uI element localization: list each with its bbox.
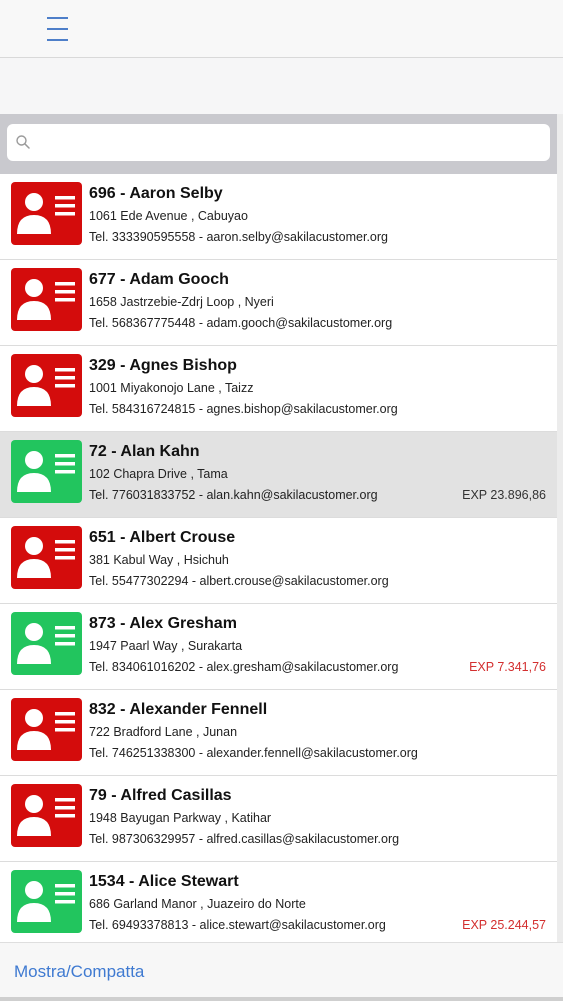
customer-name: 677 - Adam Gooch: [89, 271, 229, 288]
customer-contact: Tel. 333390595558 - aaron.selby@sakilacu…: [89, 230, 388, 244]
customer-row[interactable]: 677 - Adam Gooch 1658 Jastrzebie-Zdrj Loo…: [0, 260, 557, 346]
contact-card-icon: [11, 870, 82, 933]
customer-contact: Tel. 987306329957 - alfred.casillas@saki…: [89, 832, 400, 846]
exposure-amount: EXP 25.244,57: [462, 918, 546, 932]
customer-row[interactable]: 79 - Alfred Casillas 1948 Bayugan Parkway…: [0, 776, 557, 862]
customer-row[interactable]: 696 - Aaron Selby 1061 Ede Avenue , Cabuy…: [0, 174, 557, 260]
customer-address: 686 Garland Manor , Juazeiro do Norte: [89, 897, 306, 911]
contact-card-icon: [11, 612, 82, 675]
customer-name: 1534 - Alice Stewart: [89, 873, 239, 890]
customer-contact: Tel. 834061016202 - alex.gresham@sakilac…: [89, 660, 399, 674]
customer-row[interactable]: 329 - Agnes Bishop 1001 Miyakonojo Lane ,…: [0, 346, 557, 432]
customer-address: 1947 Paarl Way , Surakarta: [89, 639, 243, 653]
customer-contact: Tel. 584316724815 - agnes.bishop@sakilac…: [89, 402, 398, 416]
customer-address: 381 Kabul Way , Hsichuh: [89, 553, 229, 567]
footer-bar: Mostra/Compatta: [0, 942, 563, 1001]
contact-card-icon: [11, 440, 82, 503]
customer-name: 873 - Alex Gresham: [89, 615, 237, 632]
customer-row[interactable]: 72 - Alan Kahn 102 Chapra Drive , Tama Tel…: [0, 432, 557, 518]
customer-list: 696 - Aaron Selby 1061 Ede Avenue , Cabuy…: [0, 174, 557, 942]
exposure-amount: EXP 23.896,86: [462, 488, 546, 502]
customer-row[interactable]: 1534 - Alice Stewart 686 Garland Manor , …: [0, 862, 557, 942]
customer-contact: Tel. 55477302294 - albert.crouse@sakilac…: [89, 574, 389, 588]
search-icon: [16, 135, 30, 149]
show-compact-toggle-button[interactable]: Mostra/Compatta: [14, 962, 144, 982]
customer-name: 696 - Aaron Selby: [89, 185, 223, 202]
customer-address: 1001 Miyakonojo Lane , Taizz: [89, 381, 254, 395]
search-input-box[interactable]: [7, 124, 550, 163]
customer-address: 102 Chapra Drive , Tama: [89, 467, 228, 481]
footer-divider: [0, 997, 563, 1001]
customer-contact: Tel. 69493378813 - alice.stewart@sakilac…: [89, 918, 386, 932]
customer-contact: Tel. 746251338300 - alexander.fennell@sa…: [89, 746, 418, 760]
customer-address: 722 Bradford Lane , Junan: [89, 725, 238, 739]
customer-contact: Tel. 568367775448 - adam.gooch@sakilacus…: [89, 316, 393, 330]
exposure-amount: EXP 7.341,76: [469, 660, 546, 674]
customer-row[interactable]: 651 - Albert Crouse 381 Kabul Way , Hsich…: [0, 518, 557, 604]
header-band: [0, 58, 563, 114]
search-bar: [0, 114, 557, 174]
search-input[interactable]: [37, 124, 546, 163]
hamburger-menu-icon[interactable]: [47, 17, 68, 41]
customer-name: 832 - Alexander Fennell: [89, 701, 268, 718]
customer-row[interactable]: 832 - Alexander Fennell 722 Bradford Lane…: [0, 690, 557, 776]
customer-name: 329 - Agnes Bishop: [89, 357, 237, 374]
customer-name: 651 - Albert Crouse: [89, 529, 236, 546]
contact-card-icon: [11, 268, 82, 331]
contact-card-icon: [11, 784, 82, 847]
contact-card-icon: [11, 526, 82, 589]
customer-name: 72 - Alan Kahn: [89, 443, 200, 460]
navigation-bar: [0, 0, 563, 58]
customer-address: 1658 Jastrzebie-Zdrj Loop , Nyeri: [89, 295, 274, 309]
contact-card-icon: [11, 354, 82, 417]
customer-row[interactable]: 873 - Alex Gresham 1947 Paarl Way , Surak…: [0, 604, 557, 690]
scroll-track: [557, 114, 563, 942]
customer-name: 79 - Alfred Casillas: [89, 787, 232, 804]
customer-address: 1948 Bayugan Parkway , Katihar: [89, 811, 272, 825]
contact-card-icon: [11, 698, 82, 761]
customer-contact: Tel. 776031833752 - alan.kahn@sakilacust…: [89, 488, 378, 502]
customer-address: 1061 Ede Avenue , Cabuyao: [89, 209, 248, 223]
contact-card-icon: [11, 182, 82, 245]
